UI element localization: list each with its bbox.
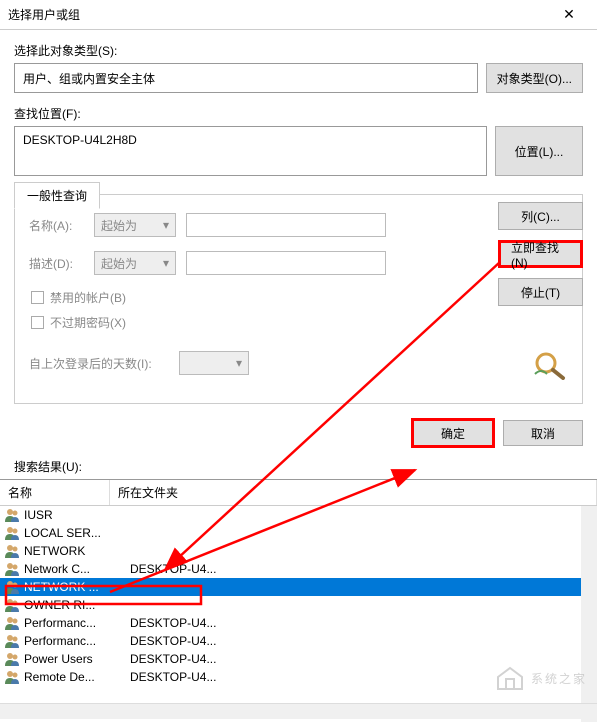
close-button[interactable]: ✕ — [549, 1, 589, 29]
row-folder: DESKTOP-U4... — [130, 634, 581, 648]
name-condition-combo[interactable]: 起始为 ▾ — [94, 213, 176, 237]
disabled-accounts-checkbox[interactable] — [31, 291, 44, 304]
row-name: Network C... — [24, 562, 126, 576]
user-group-icon — [4, 633, 20, 649]
user-group-icon — [4, 651, 20, 667]
table-row[interactable]: LOCAL SER... — [0, 524, 581, 542]
user-group-icon — [4, 525, 20, 541]
table-row[interactable]: Network C... DESKTOP-U4... — [0, 560, 581, 578]
watermark: 系统之家 — [495, 665, 587, 691]
row-name: Remote De... — [24, 670, 126, 684]
column-name[interactable]: 名称 — [0, 480, 110, 505]
table-row[interactable]: Performanc... DESKTOP-U4... — [0, 614, 581, 632]
table-row[interactable]: Performanc... DESKTOP-U4... — [0, 632, 581, 650]
desc-input[interactable] — [186, 251, 386, 275]
table-row[interactable]: IUSR — [0, 506, 581, 524]
chevron-down-icon: ▾ — [236, 356, 242, 370]
location-label: 查找位置(F): — [14, 105, 583, 122]
search-decorative-icon — [533, 350, 569, 383]
user-group-icon — [4, 669, 20, 685]
user-group-icon — [4, 507, 20, 523]
columns-button[interactable]: 列(C)... — [498, 202, 583, 230]
desc-condition-combo[interactable]: 起始为 ▾ — [94, 251, 176, 275]
titlebar: 选择用户或组 ✕ — [0, 0, 597, 30]
table-row[interactable]: NETWORK ... — [0, 578, 581, 596]
row-name: IUSR — [24, 508, 126, 522]
find-now-button[interactable]: 立即查找(N) — [498, 240, 583, 268]
user-group-icon — [4, 597, 20, 613]
row-folder: DESKTOP-U4... — [130, 616, 581, 630]
object-type-field: 用户、组或内置安全主体 — [14, 63, 478, 93]
tab-common-queries[interactable]: 一般性查询 — [14, 182, 100, 209]
user-group-icon — [4, 615, 20, 631]
desc-label: 描述(D): — [29, 255, 84, 272]
user-group-icon — [4, 579, 20, 595]
row-folder: DESKTOP-U4... — [130, 562, 581, 576]
non-expiring-checkbox[interactable] — [31, 316, 44, 329]
cancel-button[interactable]: 取消 — [503, 420, 583, 446]
row-name: Performanc... — [24, 634, 126, 648]
chevron-down-icon: ▾ — [163, 256, 169, 270]
column-folder[interactable]: 所在文件夹 — [110, 480, 597, 505]
search-results-label: 搜索结果(U): — [0, 454, 597, 479]
user-group-icon — [4, 543, 20, 559]
window-title: 选择用户或组 — [8, 6, 549, 23]
table-row[interactable]: Remote De...DESKTOP-U4... — [0, 668, 581, 686]
disabled-accounts-label: 禁用的帐户(B) — [50, 289, 126, 306]
table-row[interactable]: NETWORK — [0, 542, 581, 560]
name-label: 名称(A): — [29, 217, 84, 234]
days-combo[interactable]: ▾ — [179, 351, 249, 375]
user-group-icon — [4, 561, 20, 577]
table-row[interactable]: OWNER RI... — [0, 596, 581, 614]
row-name: NETWORK — [24, 544, 126, 558]
row-folder: DESKTOP-U4... — [130, 652, 581, 666]
stop-button[interactable]: 停止(T) — [498, 278, 583, 306]
days-since-logon-label: 自上次登录后的天数(I): — [29, 355, 169, 372]
object-types-button[interactable]: 对象类型(O)... — [486, 63, 583, 93]
row-name: LOCAL SER... — [24, 526, 126, 540]
row-name: OWNER RI... — [24, 598, 126, 612]
non-expiring-label: 不过期密码(X) — [50, 314, 126, 331]
row-name: NETWORK ... — [24, 580, 126, 594]
object-type-label: 选择此对象类型(S): — [14, 42, 583, 59]
row-name: Performanc... — [24, 616, 126, 630]
name-input[interactable] — [186, 213, 386, 237]
results-header: 名称 所在文件夹 — [0, 479, 597, 506]
location-field: DESKTOP-U4L2H8D — [14, 126, 487, 176]
locations-button[interactable]: 位置(L)... — [495, 126, 583, 176]
row-name: Power Users — [24, 652, 126, 666]
table-row[interactable]: Power Users DESKTOP-U4... — [0, 650, 581, 668]
horizontal-scrollbar[interactable] — [0, 703, 597, 719]
ok-button[interactable]: 确定 — [413, 420, 493, 446]
chevron-down-icon: ▾ — [163, 218, 169, 232]
